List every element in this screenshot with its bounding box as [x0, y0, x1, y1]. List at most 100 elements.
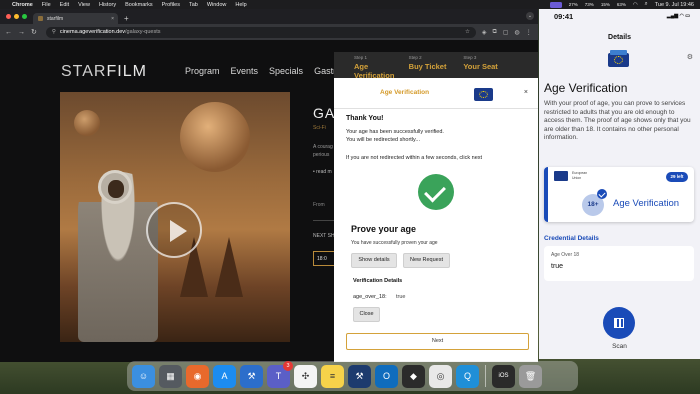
age-verification-modal: Age Verification × Thank You! Your age h… [334, 78, 538, 362]
dock-glyph: ⚒ [247, 370, 256, 381]
phone-simulator: 09:41 ▂▄▆ ◠ ▭ Details ⚙ Age Verification… [539, 9, 700, 359]
detail-value: true [396, 294, 406, 300]
moon-shape [74, 110, 100, 136]
firefox-icon[interactable]: ◉ [186, 364, 209, 388]
step-value: Buy Ticket [408, 62, 447, 71]
credential-card[interactable]: European Union 29 left 18+ Age Verificati… [544, 167, 694, 222]
nav-program[interactable]: Program [185, 66, 220, 76]
logo-part-film: FILM [106, 63, 147, 80]
menu-history[interactable]: History [99, 2, 116, 8]
step-value: Your Seat [463, 62, 498, 71]
play-video-icon[interactable] [146, 202, 202, 258]
nav-events[interactable]: Events [231, 66, 259, 76]
reload-icon[interactable]: ↻ [31, 28, 37, 36]
settings-gear-icon[interactable]: ⚙ [687, 53, 693, 61]
teams-icon[interactable]: T3 [267, 360, 293, 388]
trash-icon[interactable]: 🗑 [519, 364, 542, 388]
tab-search-chevron-down-icon[interactable]: ⌄ [526, 12, 534, 20]
disk-stat: 15% [600, 1, 610, 7]
next-button[interactable]: Next [346, 333, 529, 350]
screen-recording-icon[interactable] [549, 1, 562, 8]
wifi-icon[interactable]: ◠ [633, 2, 638, 8]
show-details-button[interactable]: Show details [351, 253, 397, 268]
menu-chrome[interactable]: Chrome [12, 2, 33, 8]
xcode2-icon[interactable]: ⚒ [348, 364, 371, 388]
tab-starfilm[interactable]: starfilm × [33, 13, 118, 24]
price-from: From [313, 202, 325, 208]
read-more-link[interactable]: • read m [313, 169, 332, 175]
forward-arrow-icon[interactable]: → [18, 29, 25, 36]
signal-wifi-battery-icon: ▂▄▆ ◠ ▭ [666, 13, 690, 19]
step-label: Step 1 [354, 55, 368, 60]
extensions-puzzle-icon[interactable]: ⧉ [493, 29, 497, 36]
outlook-icon[interactable]: O [375, 364, 398, 388]
kebab-menu-icon[interactable]: ⋮ [526, 29, 532, 36]
simulator-icon[interactable]: iOS [492, 364, 515, 388]
tab-title: starfilm [47, 15, 64, 22]
step-age-verification[interactable]: Step 1 Age Verification [354, 55, 409, 80]
url-host: cinema.ageverification.dev [59, 29, 126, 35]
detail-key: age_over_18: [353, 294, 387, 300]
clock[interactable]: Tue 9. Jul 19:46 [655, 2, 694, 8]
eu-stars-icon [614, 56, 623, 64]
new-request-button[interactable]: New Request [403, 253, 450, 268]
dock-divider [485, 365, 486, 387]
launchpad-icon[interactable]: ▦ [159, 364, 182, 388]
chrome-icon[interactable]: ◎ [429, 364, 452, 388]
dock-glyph: 🗑 [524, 370, 537, 381]
step-your-seat[interactable]: Step 3 Your Seat [463, 55, 518, 78]
phone-status-bar: 09:41 ▂▄▆ ◠ ▭ [539, 9, 700, 23]
tab-close-icon[interactable]: × [111, 16, 114, 22]
search-icon[interactable]: ⌕ [645, 1, 648, 8]
menu-help[interactable]: Help [235, 2, 246, 8]
starfilm-logo[interactable]: STARFILM [61, 63, 147, 81]
dock-glyph: iOS [498, 373, 509, 379]
menu-view[interactable]: View [78, 2, 90, 8]
dock-glyph: Q [463, 371, 471, 381]
menu-bookmarks[interactable]: Bookmarks [125, 2, 153, 8]
xcode-icon[interactable]: ⚒ [240, 364, 263, 388]
menu-window[interactable]: Window [207, 2, 227, 8]
card-issuer: European Union [572, 171, 587, 180]
finder-icon[interactable]: ☺ [132, 364, 155, 388]
menu-profiles[interactable]: Profiles [162, 2, 180, 8]
phone-time: 09:41 [554, 11, 574, 21]
minimize-window-button[interactable] [14, 14, 19, 19]
new-tab-button[interactable]: + [124, 13, 129, 24]
proxyman-icon[interactable]: Q [456, 364, 479, 388]
dock-glyph: ◆ [410, 370, 417, 381]
scan-button[interactable] [603, 307, 635, 339]
modal-title: Age Verification [380, 89, 430, 96]
nav-specials[interactable]: Specials [269, 66, 303, 76]
macos-dock: ☺ ▦ ◉ A ⚒ T 3 ✣ ≡ ⚒ O ◆ ◎ QiOS 🗑 [127, 360, 578, 391]
back-arrow-icon[interactable]: ← [5, 29, 12, 36]
url-path: /galaxy-quests [125, 29, 161, 35]
zoom-window-button[interactable] [22, 14, 27, 19]
eu-wallet-card-icon [608, 50, 629, 67]
close-button[interactable]: Close [353, 307, 380, 322]
detail-key: Age Over 18 [551, 252, 580, 258]
address-bar[interactable]: ⚲ cinema.ageverification.dev/galaxy-ques… [45, 26, 476, 38]
site-info-icon[interactable]: ⚲ [52, 29, 56, 35]
notification-badge: 3 [283, 360, 293, 371]
notes-icon[interactable]: ≡ [321, 364, 344, 388]
step-buy-ticket[interactable]: Step 2 Buy Ticket [409, 55, 464, 78]
modal-close-icon[interactable]: × [524, 89, 528, 96]
bookmark-star-icon[interactable]: ☆ [465, 29, 470, 35]
eu-wallet-card-icon [474, 85, 493, 101]
slack-icon[interactable]: ✣ [294, 364, 317, 388]
close-window-button[interactable] [6, 14, 11, 19]
extension-icon[interactable]: ◈ [482, 29, 487, 36]
appstore-icon[interactable]: A [213, 364, 236, 388]
browser-toolbar: ← → ↻ ⚲ cinema.ageverification.dev/galax… [0, 24, 538, 40]
menu-tab[interactable]: Tab [189, 2, 198, 8]
menu-file[interactable]: File [42, 2, 51, 8]
rock-spire-shape-2 [215, 237, 243, 297]
issuer-line-1: European [572, 171, 588, 175]
sidepanel-icon[interactable]: ▢ [503, 29, 509, 36]
unity-icon[interactable]: ◆ [402, 364, 425, 388]
menu-edit[interactable]: Edit [60, 2, 69, 8]
profile-avatar-icon[interactable]: ◍ [514, 29, 519, 36]
checkout-steps: Step 1 Age Verification Step 2 Buy Ticke… [334, 52, 538, 80]
site-nav: Program Events Specials Gastro [185, 66, 341, 76]
